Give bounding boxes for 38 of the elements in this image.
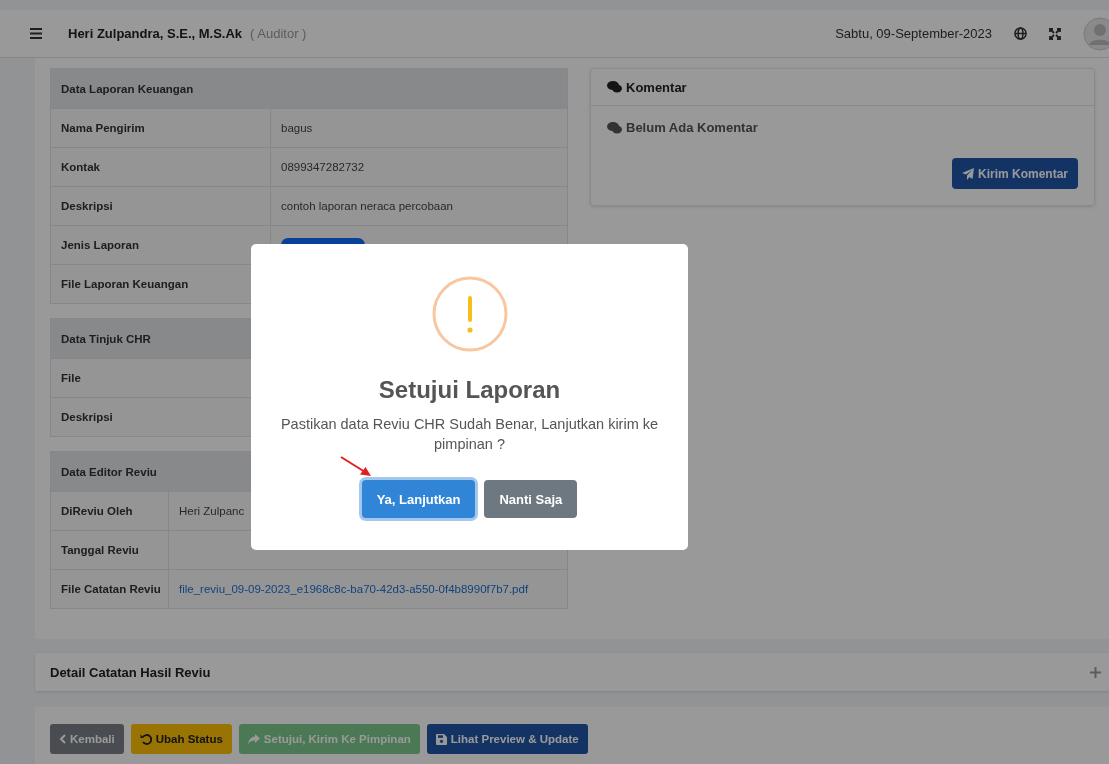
warning-icon — [431, 276, 508, 352]
menu-icon[interactable] — [30, 28, 42, 39]
annotation-arrow — [339, 456, 372, 478]
field-value: contoh laporan neraca percobaan — [281, 200, 453, 212]
empty-comments-text: Belum Ada Komentar — [626, 120, 758, 135]
action-button[interactable]: Kembali — [50, 724, 124, 754]
field-label: Jenis Laporan — [50, 225, 271, 265]
field-label: Deskripsi — [50, 186, 271, 226]
user-name: Heri Zulpandra, S.E., M.S.Ak — [68, 26, 243, 41]
current-date: Sabtu, 09-September-2023 — [835, 26, 992, 41]
field-value: Heri Zulpanc — [179, 505, 245, 517]
field-label: Tanggal Reviu — [50, 530, 169, 570]
paper-plane-icon — [961, 167, 974, 180]
field-value: 0899347282732 — [281, 161, 365, 173]
chevron-left-icon — [59, 734, 66, 744]
field-value: bagus — [281, 122, 313, 134]
comments-icon — [607, 121, 622, 134]
collapsed-panel[interactable]: Detail Catatan Hasil Reviu — [35, 653, 1109, 691]
field-label: Nama Pengirim — [50, 108, 271, 148]
confirm-button[interactable]: Ya, Lanjutkan — [361, 480, 476, 518]
panel-title: Detail Catatan Hasil Reviu — [50, 664, 211, 680]
dialog-message: Pastikan data Reviu CHR Sudah Benar, Lanjutkan kirim ke pimpinan ? — [279, 415, 660, 454]
action-button[interactable]: Lihat Preview & Update — [426, 724, 588, 754]
cancel-button[interactable]: Nanti Saja — [484, 480, 578, 518]
undo-icon — [139, 733, 152, 745]
card-title: Komentar — [626, 79, 687, 95]
field-label: DiReviu Oleh — [50, 491, 169, 531]
section-header: Data Laporan Keuangan — [50, 68, 568, 109]
save-icon — [435, 733, 447, 745]
comments-icon — [607, 81, 622, 93]
field-label: File Catatan Reviu — [50, 569, 169, 609]
fullscreen-icon[interactable] — [1049, 27, 1061, 40]
field-label: Kontak — [50, 147, 271, 187]
action-button[interactable]: Ubah Status — [130, 724, 232, 754]
dialog-title: Setujui Laporan — [378, 376, 561, 404]
user-role: ( Auditor ) — [250, 26, 307, 41]
send-comment-button[interactable]: Kirim Komentar — [951, 158, 1078, 189]
globe-icon[interactable] — [1014, 27, 1027, 40]
